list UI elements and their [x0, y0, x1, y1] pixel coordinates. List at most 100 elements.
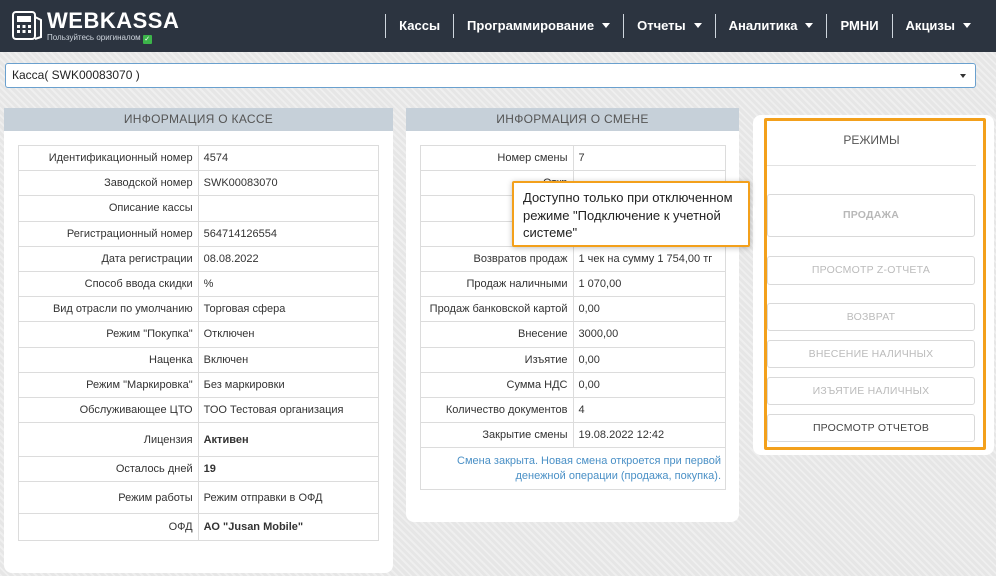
logo-subtitle: Пользуйтесь оригиналом ✓	[47, 33, 152, 44]
logo-icon	[12, 11, 42, 40]
caret-down-icon	[963, 23, 971, 28]
info-value: 3000,00	[572, 321, 726, 348]
info-value: SWK00083070	[197, 170, 380, 197]
info-label: Заводской номер	[18, 170, 199, 197]
sale-button[interactable]: ПРОДАЖА	[767, 194, 975, 237]
nav-excise[interactable]: Акцизы	[891, 14, 984, 38]
info-value: 08.08.2022	[197, 245, 380, 272]
kassa-select[interactable]: Касса( SWK00083070 )	[5, 63, 976, 88]
info-row: Режим работы Режим отправки в ОФД	[18, 481, 380, 515]
info-value: Без маркировки	[197, 371, 380, 398]
info-value: Торговая сфера	[197, 296, 380, 323]
info-label: Номер смены	[420, 144, 574, 172]
kassa-info-title: ИНФОРМАЦИЯ О КАССЕ	[4, 108, 393, 131]
shift-closed-note: Смена закрыта. Новая смена откроется при…	[420, 447, 726, 491]
cash-in-button[interactable]: ВНЕСЕНИЕ НАЛИЧНЫХ	[767, 340, 975, 368]
info-row: Сумма НДС 0,00	[420, 371, 726, 398]
info-label: Продаж банковской картой	[420, 296, 574, 323]
info-row: Возвратов продаж 1 чек на сумму 1 754,00 …	[420, 245, 726, 272]
info-row: Идентификационный номер 4574	[18, 144, 380, 172]
info-value: Включен	[197, 346, 380, 373]
check-icon: ✓	[142, 35, 152, 44]
info-row: Описание кассы	[18, 195, 380, 222]
info-row: Дата регистрации 08.08.2022	[18, 245, 380, 272]
info-value: 4574	[197, 144, 380, 172]
info-label: ОФД	[18, 513, 199, 542]
info-label: Регистрационный номер	[18, 220, 199, 247]
info-value: 7	[572, 144, 726, 172]
info-label: Продаж наличными	[420, 270, 574, 298]
info-label: Вид отрасли по умолчанию	[18, 296, 199, 323]
info-value: 19.08.2022 12:42	[572, 422, 726, 449]
info-label: Режим "Маркировка"	[18, 371, 199, 398]
info-label: Лицензия	[18, 422, 199, 458]
info-row: Режим "Маркировка" Без маркировки	[18, 371, 380, 398]
modes-title: РЕЖИМЫ	[767, 121, 976, 166]
info-label: Сумма НДС	[420, 371, 574, 398]
shift-note-row: Смена закрыта. Новая смена откроется при…	[420, 447, 726, 491]
info-value: 0,00	[572, 296, 726, 323]
info-label: Внесение	[420, 321, 574, 348]
disabled-mode-tooltip: Доступно только при отключенном режиме "…	[512, 181, 750, 247]
info-row: Вид отрасли по умолчанию Торговая сфера	[18, 296, 380, 323]
info-row: Обслуживающее ЦТО ТОО Тестовая организаци…	[18, 396, 380, 424]
info-label: Количество документов	[420, 396, 574, 424]
cash-out-button[interactable]: ИЗЪЯТИЕ НАЛИЧНЫХ	[767, 377, 975, 405]
shift-info-title: ИНФОРМАЦИЯ О СМЕНЕ	[406, 108, 739, 131]
top-navbar: WEBKASSA Пользуйтесь оригиналом ✓ Кассы П…	[0, 0, 996, 52]
info-row: Номер смены 7	[420, 144, 726, 172]
info-label: Закрытие смены	[420, 422, 574, 449]
info-value	[197, 195, 380, 222]
info-label: Идентификационный номер	[18, 144, 199, 172]
info-label: Наценка	[18, 346, 199, 373]
info-row: Наценка Включен	[18, 346, 380, 373]
info-value: Режим отправки в ОФД	[197, 481, 380, 515]
view-reports-button[interactable]: ПРОСМОТР ОТЧЕТОВ	[767, 414, 975, 442]
nav-programming[interactable]: Программирование	[453, 14, 623, 38]
info-row: Продаж банковской картой 0,00	[420, 296, 726, 323]
caret-down-icon	[960, 74, 966, 78]
info-value: 0,00	[572, 371, 726, 398]
nav-rmni[interactable]: РМНИ	[826, 14, 891, 38]
info-value: 1 чек на сумму 1 754,00 тг	[572, 245, 726, 272]
info-row: Осталось дней 19	[18, 456, 380, 483]
info-label: Обслуживающее ЦТО	[18, 396, 199, 424]
kassa-info-table: Идентификационный номер 4574 Заводской ном…	[18, 144, 380, 542]
info-row: ОФД АО "Jusan Mobile"	[18, 513, 380, 542]
nav-kassy[interactable]: Кассы	[385, 14, 453, 38]
info-value: ТОО Тестовая организация	[197, 396, 380, 424]
info-row: Способ ввода скидки%	[18, 270, 380, 298]
logo-title: WEBKASSA	[47, 8, 180, 33]
info-value: %	[197, 270, 380, 298]
info-row: Заводской номер SWK00083070	[18, 170, 380, 197]
info-row: Изъятие 0,00	[420, 346, 726, 373]
info-row: Лицензия Активен	[18, 422, 380, 458]
nav-analytics[interactable]: Аналитика	[714, 14, 827, 38]
info-value: 19	[197, 456, 380, 483]
info-row: Режим "Покупка" Отключен	[18, 321, 380, 348]
tooltip-arrow	[753, 205, 760, 221]
return-button[interactable]: ВОЗВРАТ	[767, 303, 975, 331]
info-label: Осталось дней	[18, 456, 199, 483]
info-value: АО "Jusan Mobile"	[197, 513, 380, 542]
info-value: 1 070,00	[572, 270, 726, 298]
info-label: Описание кассы	[18, 195, 199, 222]
caret-down-icon	[693, 23, 702, 28]
kassa-select-value: Касса( SWK00083070 )	[12, 68, 140, 82]
info-value: 564714126554	[197, 220, 380, 247]
info-row: Регистрационный номер 564714126554	[18, 220, 380, 247]
view-z-report-button[interactable]: ПРОСМОТР Z-ОТЧЕТА	[767, 256, 975, 285]
info-value: 0,00	[572, 346, 726, 373]
caret-down-icon	[602, 23, 611, 28]
info-label: Изъятие	[420, 346, 574, 373]
info-label: Режим "Покупка"	[18, 321, 199, 348]
info-row: Количество документов 4	[420, 396, 726, 424]
info-value: 4	[572, 396, 726, 424]
info-label: Способ ввода скидки	[18, 270, 199, 298]
nav-reports[interactable]: Отчеты	[623, 14, 715, 38]
info-row: Закрытие смены 19.08.2022 12:42	[420, 422, 726, 449]
caret-down-icon	[805, 23, 814, 28]
info-label: Дата регистрации	[18, 245, 199, 272]
info-value: Активен	[197, 422, 380, 458]
logo[interactable]: WEBKASSA Пользуйтесь оригиналом ✓	[12, 9, 179, 45]
